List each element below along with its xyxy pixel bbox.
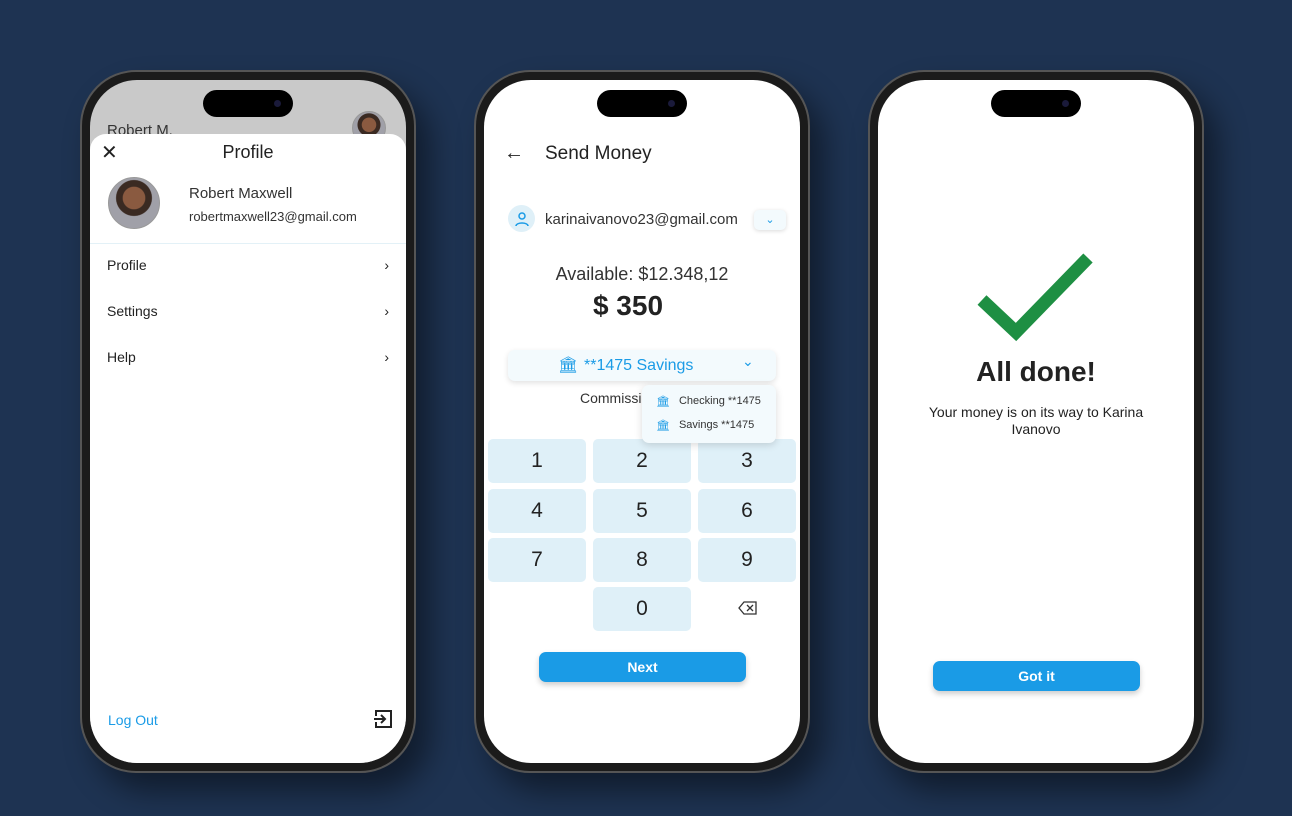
key-5[interactable]: 5	[593, 489, 691, 533]
menu-item-profile[interactable]: Profile ›	[107, 250, 389, 280]
success-message: Your money is on its way to Karina Ivano…	[928, 404, 1144, 437]
chevron-right-icon: ›	[384, 349, 389, 365]
success-screen: All done! Your money is on its way to Ka…	[878, 80, 1194, 763]
key-7[interactable]: 7	[488, 538, 586, 582]
account-dropdown-menu: 🏛 Checking **1475 🏛 Savings **1475	[642, 385, 776, 443]
phone-profile: Robert M. ✕ Profile Robert Maxwell rober…	[80, 70, 416, 773]
recipient-email: karinaivanovo23@gmail.com	[545, 211, 738, 228]
account-select[interactable]: 🏛 **1475 Savings ⌄	[508, 350, 776, 381]
backspace-icon[interactable]	[738, 601, 757, 615]
send-money-screen: ← Send Money karinaivanovo23@gmail.com ⌄…	[484, 80, 800, 763]
account-option-savings[interactable]: 🏛 Savings **1475	[656, 419, 754, 432]
key-9[interactable]: 9	[698, 538, 796, 582]
dynamic-island	[203, 90, 293, 117]
recipient-dropdown-button[interactable]: ⌄	[754, 210, 786, 230]
account-option-checking[interactable]: 🏛 Checking **1475	[656, 395, 761, 408]
profile-sheet: ✕ Profile Robert Maxwell robertmaxwell23…	[90, 134, 406, 763]
user-email: robertmaxwell23@gmail.com	[189, 209, 357, 224]
back-arrow-icon[interactable]: ←	[504, 142, 524, 165]
page-title: Send Money	[545, 143, 652, 164]
selected-account: **1475 Savings	[584, 357, 694, 374]
available-balance: Available: $12.348,12	[555, 264, 729, 284]
dynamic-island	[597, 90, 687, 117]
menu-item-help[interactable]: Help ›	[107, 342, 389, 372]
profile-screen: Robert M. ✕ Profile Robert Maxwell rober…	[90, 80, 406, 763]
key-6[interactable]: 6	[698, 489, 796, 533]
phone-all-done: All done! Your money is on its way to Ka…	[868, 70, 1204, 773]
user-icon	[508, 205, 535, 232]
user-name: Robert Maxwell	[189, 185, 293, 202]
chevron-right-icon: ›	[384, 303, 389, 319]
got-it-button[interactable]: Got it	[933, 661, 1140, 691]
menu-item-settings[interactable]: Settings ›	[107, 296, 389, 326]
menu-label: Settings	[107, 303, 158, 319]
phone-send-money: ← Send Money karinaivanovo23@gmail.com ⌄…	[474, 70, 810, 773]
divider	[90, 243, 406, 244]
user-avatar	[108, 177, 160, 229]
logout-link[interactable]: Log Out	[108, 712, 158, 728]
dynamic-island	[991, 90, 1081, 117]
key-1[interactable]: 1	[488, 439, 586, 483]
option-label: Checking **1475	[678, 395, 761, 407]
key-0[interactable]: 0	[593, 587, 691, 631]
chevron-right-icon: ›	[384, 257, 389, 273]
menu-label: Help	[107, 349, 136, 365]
logout-icon[interactable]	[372, 708, 394, 730]
bank-icon: 🏛	[558, 357, 579, 374]
amount: $ 350	[592, 290, 664, 321]
chevron-down-icon: ⌄	[742, 353, 754, 369]
key-3[interactable]: 3	[698, 439, 796, 483]
menu-label: Profile	[107, 257, 147, 273]
key-4[interactable]: 4	[488, 489, 586, 533]
option-label: Savings **1475	[678, 419, 755, 431]
key-8[interactable]: 8	[593, 538, 691, 582]
checkmark-icon	[977, 253, 1093, 342]
bank-icon: 🏛	[656, 420, 670, 432]
key-2[interactable]: 2	[593, 439, 691, 483]
bank-icon: 🏛	[656, 396, 670, 408]
success-title: All done!	[976, 356, 1096, 387]
next-button[interactable]: Next	[539, 652, 746, 682]
sheet-title: Profile	[222, 142, 274, 162]
